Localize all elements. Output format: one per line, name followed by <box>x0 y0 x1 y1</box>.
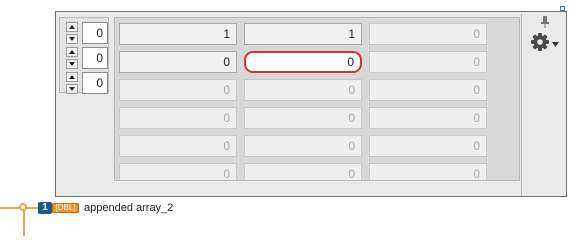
array-element[interactable]: 0 <box>369 107 487 129</box>
chevron-up-icon <box>69 50 75 54</box>
array-control-panel: 0 0 0 0000000 0 0 0 0 0 0 0 0 0 1 1 <box>55 11 567 197</box>
array-element[interactable]: 0 <box>244 107 362 129</box>
gear-icon[interactable] <box>530 32 550 52</box>
array-element[interactable]: 0 <box>119 79 237 101</box>
array-element[interactable]: 0 <box>244 79 362 101</box>
column-index-control: 0 <box>63 47 108 69</box>
index-input[interactable]: 0 <box>82 47 108 69</box>
array-element[interactable]: 0 <box>369 163 487 180</box>
increment-button[interactable] <box>66 22 78 32</box>
wire <box>23 207 25 236</box>
divider <box>521 14 522 196</box>
data-type-badge: [DBL] <box>52 203 79 213</box>
increment-button[interactable] <box>66 47 78 57</box>
node-number-badge: 1 <box>38 202 52 214</box>
array-element-grid: 000000000000000011 <box>114 17 520 181</box>
index-input[interactable]: 0 <box>82 72 108 94</box>
row-index-control: 0 <box>63 22 108 44</box>
decrement-button[interactable] <box>66 84 78 94</box>
page-index-control: 0 <box>63 72 108 94</box>
array-element[interactable]: 0 <box>119 163 237 180</box>
array-element[interactable]: 0 <box>119 107 237 129</box>
chevron-down-icon <box>69 37 75 41</box>
chevron-down-icon[interactable] <box>552 42 559 47</box>
pin-icon[interactable] <box>540 16 550 28</box>
array-element[interactable]: 1 <box>119 23 237 45</box>
array-element-selected[interactable]: 0 <box>244 51 362 73</box>
array-element[interactable]: 0 <box>244 163 362 180</box>
node-label[interactable]: appended array_2 <box>84 202 173 215</box>
array-element[interactable]: 1 <box>244 23 362 45</box>
index-input[interactable]: 0 <box>82 22 108 44</box>
chevron-down-icon <box>69 62 75 66</box>
index-stepper[interactable] <box>66 22 78 44</box>
index-stepper[interactable] <box>66 47 78 69</box>
decrement-button[interactable] <box>66 59 78 69</box>
array-element[interactable]: 0 <box>369 135 487 157</box>
array-element[interactable]: 0 <box>369 23 487 45</box>
array-element[interactable]: 0 <box>119 135 237 157</box>
chevron-up-icon <box>69 25 75 29</box>
array-element[interactable]: 0 <box>369 51 487 73</box>
array-element[interactable]: 0 <box>369 79 487 101</box>
array-element[interactable]: 0 <box>244 135 362 157</box>
chevron-down-icon <box>69 87 75 91</box>
wire-junction[interactable] <box>19 203 27 211</box>
array-element[interactable]: 0 <box>119 51 237 73</box>
index-display-group: 0 0 0 <box>59 17 109 94</box>
decrement-button[interactable] <box>66 34 78 44</box>
chevron-up-icon <box>69 75 75 79</box>
increment-button[interactable] <box>66 72 78 82</box>
index-stepper[interactable] <box>66 72 78 94</box>
